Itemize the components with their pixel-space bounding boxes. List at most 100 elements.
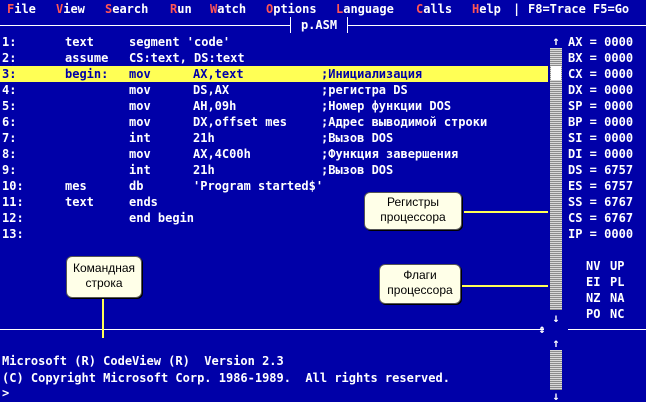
line-operation: mov <box>129 67 151 81</box>
source-line[interactable]: 6: mov DX,offset mes ;Адрес выводимой строк… <box>0 114 548 130</box>
menu-search[interactable]: Search <box>105 1 148 17</box>
source-line-current[interactable]: 3: begin: mov AX,text ;Инициализация <box>0 66 548 82</box>
shortcut-hints: F8=Trace F5=Go <box>528 2 630 16</box>
line-operation: end begin <box>129 211 195 225</box>
line-comment: ;Функция завершения <box>321 147 459 161</box>
callout-registers-line2: процессора <box>380 210 446 224</box>
menu-run[interactable]: Run <box>170 1 192 17</box>
command-output-line: Microsoft (R) CodeView (R) Version 2.3 <box>2 354 284 368</box>
codeview-screen: File View Search Run Watch Options Langu… <box>0 0 646 402</box>
line-number: 7: <box>2 131 17 145</box>
source-line[interactable]: 4: mov DS,AX ;регистра DS <box>0 82 548 98</box>
source-line[interactable]: 13: <box>0 226 548 242</box>
source-window-title: p.ASM <box>290 17 348 33</box>
line-number: 1: <box>2 35 17 49</box>
callout-command: Командная строка <box>66 256 142 298</box>
source-scrollbar-track[interactable] <box>550 48 562 310</box>
source-window-titlebar: p.ASM <box>0 17 646 33</box>
line-number: 4: <box>2 83 17 97</box>
line-operation: mov <box>129 147 151 161</box>
source-line[interactable]: 2: assume CS:text, DS:text <box>0 50 548 66</box>
window-divider-right <box>568 329 646 330</box>
line-number: 9: <box>2 163 17 177</box>
line-operation: CS:text, DS:text <box>129 51 245 65</box>
register-dx: DX = 0000 <box>568 83 634 97</box>
line-number: 11: <box>2 195 24 209</box>
line-comment: ;Вызов DOS <box>321 163 394 177</box>
menu-calls[interactable]: Calls <box>416 1 452 17</box>
line-number: 6: <box>2 115 17 129</box>
register-di: DI = 0000 <box>568 147 634 161</box>
line-number: 2: <box>2 51 17 65</box>
line-operation: mov <box>129 99 151 113</box>
command-output-line: (C) Copyright Microsoft Corp. 1986-1989.… <box>2 371 450 385</box>
command-prompt[interactable]: > <box>2 385 9 401</box>
register-es: ES = 6757 <box>568 179 634 193</box>
source-line[interactable]: 10: mes db 'Program started$' <box>0 178 548 194</box>
flag-nv: NV <box>586 259 601 273</box>
callout-registers: Регистры процессора <box>364 192 462 230</box>
register-cx: CX = 0000 <box>568 67 634 81</box>
register-si: SI = 0000 <box>568 131 634 145</box>
command-scroll-up-arrow-icon[interactable]: ↑ <box>550 337 562 349</box>
line-operand: AX,4C00h <box>193 147 251 161</box>
source-scroll-up-arrow-icon[interactable]: ↑ <box>550 35 562 47</box>
command-scrollbar-track[interactable] <box>550 350 562 390</box>
line-operation: int <box>129 163 151 177</box>
register-sp: SP = 0000 <box>568 99 634 113</box>
line-operand: 'Program started$' <box>193 179 324 193</box>
line-operand: DS,AX <box>193 83 230 97</box>
menu-help[interactable]: Help <box>472 1 501 17</box>
menu-watch[interactable]: Watch <box>210 1 246 17</box>
line-operand: AX,text <box>193 67 244 81</box>
line-operation: int <box>129 131 151 145</box>
source-scroll-down-arrow-icon[interactable]: ↓ <box>550 312 562 324</box>
line-operation: db <box>129 179 144 193</box>
source-line[interactable]: 9: int 21h ;Вызов DOS <box>0 162 548 178</box>
menu-file[interactable]: File <box>7 1 36 17</box>
menu-options[interactable]: Options <box>266 1 317 17</box>
line-comment: ;Вызов DOS <box>321 131 394 145</box>
line-operand: 21h <box>193 163 215 177</box>
register-ss: SS = 6767 <box>568 195 634 209</box>
flag-pl: PL <box>610 275 625 289</box>
line-operand: 21h <box>193 131 215 145</box>
line-operand: AH,09h <box>193 99 237 113</box>
line-comment: ;регистра DS <box>321 83 408 97</box>
source-line[interactable]: 8: mov AX,4C00h ;Функция завершения <box>0 146 548 162</box>
source-scrollbar-thumb[interactable] <box>551 66 561 80</box>
line-number: 8: <box>2 147 17 161</box>
callout-command-line2: строка <box>85 276 123 290</box>
flag-nc: NC <box>610 307 625 321</box>
line-operation: segment 'code' <box>129 35 231 49</box>
source-line[interactable]: 5: mov AH,09h ;Номер функции DOS <box>0 98 548 114</box>
line-comment: ;Инициализация <box>321 67 423 81</box>
line-label: begin: <box>65 67 109 81</box>
callout-command-connector <box>102 298 104 338</box>
line-label: assume <box>65 51 109 65</box>
line-number: 5: <box>2 99 17 113</box>
callout-flags-line1: Флаги <box>403 268 437 282</box>
menu-view[interactable]: View <box>56 1 85 17</box>
menu-language[interactable]: Language <box>336 1 394 17</box>
source-line[interactable]: 11: text ends <box>0 194 548 210</box>
source-line[interactable]: 1: text segment 'code' <box>0 34 548 50</box>
line-number: 12: <box>2 211 24 225</box>
window-divider[interactable] <box>0 329 544 330</box>
register-bx: BX = 0000 <box>568 51 634 65</box>
line-number: 3: <box>2 67 17 81</box>
resize-arrow-icon[interactable]: ↕ <box>536 323 548 335</box>
command-scroll-down-arrow-icon[interactable]: ↓ <box>550 390 562 402</box>
callout-flags-line2: процессора <box>387 283 453 297</box>
callout-registers-line1: Регистры <box>386 195 440 209</box>
line-comment: ;Адрес выводимой строки <box>321 115 488 129</box>
source-line[interactable]: 7: int 21h ;Вызов DOS <box>0 130 548 146</box>
flag-po: PO <box>586 307 601 321</box>
line-number: 13: <box>2 227 24 241</box>
register-ip: IP = 0000 <box>568 227 634 241</box>
flag-ei: EI <box>586 275 601 289</box>
line-label: text <box>65 35 94 49</box>
line-operand: DX,offset mes <box>193 115 287 129</box>
register-ax: AX = 0000 <box>568 35 634 49</box>
flag-up: UP <box>610 259 625 273</box>
